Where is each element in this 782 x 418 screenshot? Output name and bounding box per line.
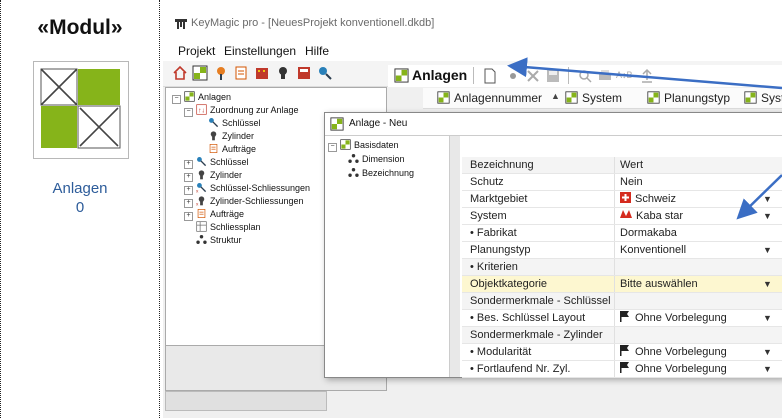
arrow-to-grid xyxy=(736,174,782,220)
annotation-arrows xyxy=(507,57,782,220)
arrow-to-new-icon xyxy=(507,57,782,90)
